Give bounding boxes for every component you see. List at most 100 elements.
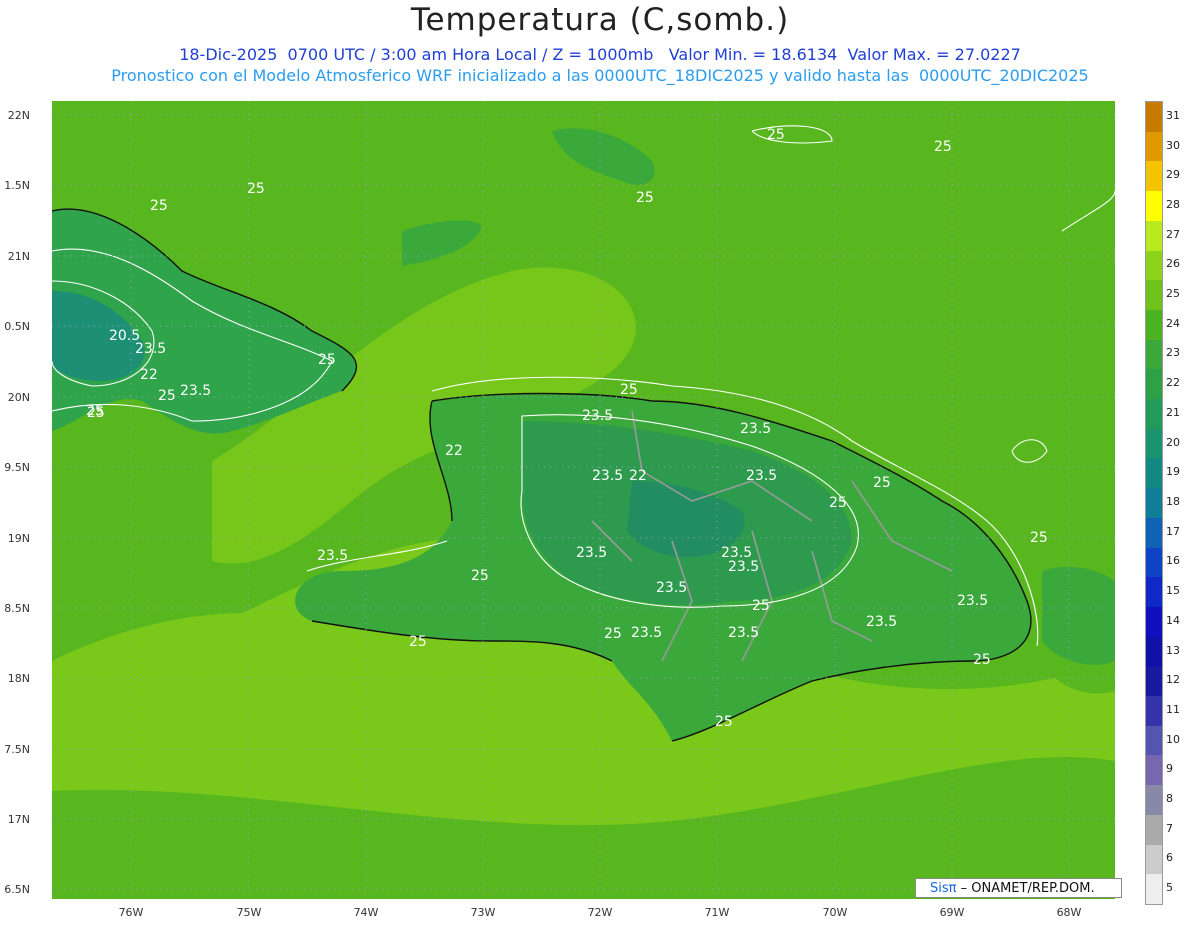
colorbar-segment: [1146, 696, 1162, 727]
lon-label: 68W: [1056, 906, 1082, 919]
lat-label: 21N: [7, 250, 30, 263]
contour-label: 25: [873, 475, 891, 491]
contour-label: 25: [934, 139, 952, 155]
colorbar-segment: [1146, 606, 1162, 638]
colorbar-segment: [1146, 369, 1162, 400]
colorbar-segment: [1146, 102, 1162, 133]
colorbar-label: 27: [1166, 227, 1180, 241]
colorbar-label: 28: [1166, 197, 1180, 211]
colorbar-segment: [1146, 785, 1162, 816]
colorbar-segment: [1146, 755, 1162, 786]
lon-label: 75W: [236, 906, 262, 919]
lon-label: 70W: [822, 906, 848, 919]
colorbar-label: 14: [1166, 613, 1180, 627]
contour-label: 23.5: [728, 625, 759, 641]
colorbar-label: 7: [1166, 821, 1173, 835]
colorbar-label: 19: [1166, 465, 1180, 479]
lat-label: 22N: [7, 109, 30, 122]
contour-label: 23.5: [866, 614, 897, 630]
colorbar-segment: [1146, 488, 1162, 519]
colorbar-label: 8: [1166, 792, 1173, 806]
colorbar-segment: [1146, 220, 1162, 252]
colorbar-segment: [1146, 636, 1162, 667]
lat-label: 20N: [7, 391, 30, 404]
colorbar-segment: [1146, 161, 1162, 192]
colorbar-segment: [1146, 458, 1162, 489]
colorbar-label: 18: [1166, 495, 1180, 508]
model-run-info: Pronostico con el Modelo Atmosferico WRF…: [111, 66, 1089, 85]
colorbar-label: 11: [1166, 702, 1180, 716]
colorbar-segment: [1146, 339, 1162, 370]
contour-label: 25: [604, 626, 622, 642]
lon-label: 73W: [470, 906, 496, 919]
contour-label: 23.5: [582, 408, 613, 424]
lon-label: 71W: [704, 906, 730, 919]
contour-label: 23.5: [957, 593, 988, 609]
colorbar-label: 17: [1166, 524, 1180, 538]
lat-label: 9.5N: [4, 461, 30, 474]
contour-label: 25: [247, 181, 265, 197]
contour-label: 23.5: [576, 545, 607, 561]
colorbar-label: 9: [1166, 762, 1173, 776]
lat-label: 1.5N: [4, 179, 30, 192]
lon-label: 74W: [353, 906, 379, 919]
contour-label: 23.5: [135, 341, 166, 357]
contour-label: 23.5: [656, 580, 687, 596]
credit-box: Sisπ – ONAMET/REP.DOM.: [915, 878, 1122, 898]
colorbar-label: 5: [1166, 881, 1173, 895]
contour-label: 25: [973, 652, 991, 668]
colorbar-segment: [1146, 309, 1162, 341]
colorbar-label: 24: [1166, 316, 1180, 330]
contour-label: 25: [150, 198, 168, 214]
contour-label: 22: [140, 367, 158, 383]
map-canvas: 25 25 25 25 25 20.5 23.5 22 25 23.5 25 2…: [52, 101, 1115, 899]
colorbar-label: 15: [1166, 584, 1180, 598]
colorbar-segment: [1146, 844, 1162, 875]
colorbar-segment: [1146, 725, 1162, 756]
puerto-rico-land: [1042, 566, 1115, 665]
colorbar-segment: [1146, 547, 1162, 578]
contour-label: 25: [318, 352, 336, 368]
contour-label: 23.5: [728, 559, 759, 575]
colorbar-label: 25: [1166, 287, 1180, 301]
contour-label: 23.5: [592, 468, 623, 484]
contour-label: 23.5: [746, 468, 777, 484]
contour-label: 25: [1030, 530, 1048, 546]
contour-label: 23.5: [631, 625, 662, 641]
colorbar-segment: [1146, 428, 1162, 459]
colorbar-label: 29: [1166, 168, 1180, 182]
lon-label: 69W: [939, 906, 965, 919]
lat-label: 18N: [7, 672, 30, 685]
colorbar-segment: [1146, 399, 1162, 430]
contour-label: 25: [471, 568, 489, 584]
colorbar-label: 10: [1166, 732, 1180, 746]
credit-text: – ONAMET/REP.DOM.: [956, 881, 1095, 896]
sispi-logo: Sisπ: [930, 881, 957, 896]
contour-label: 25: [752, 598, 770, 614]
lat-label: 8.5N: [4, 602, 30, 615]
contour-label: 25: [829, 495, 847, 511]
colorbar-label: 21: [1166, 405, 1180, 419]
colorbar-segment: [1146, 250, 1162, 281]
contour-label: 25: [158, 388, 176, 404]
colorbar-label: 20: [1166, 435, 1180, 449]
contour-label: 23.5: [317, 548, 348, 564]
contour-label: 25: [715, 714, 733, 730]
contour-label: 25: [620, 382, 638, 398]
colorbar-segment: [1146, 280, 1162, 311]
colorbar-label: 22: [1166, 376, 1180, 390]
contour-label: 23.5: [180, 383, 211, 399]
contour-label: 25: [409, 634, 427, 650]
contour-label: 22: [445, 443, 463, 459]
colorbar-label: 12: [1166, 673, 1180, 687]
contour-label: 25: [767, 127, 785, 143]
lat-label: 6.5N: [4, 883, 30, 896]
lat-label: 0.5N: [4, 320, 30, 333]
colorbar-segment: [1146, 814, 1162, 846]
colorbar-segment: [1146, 577, 1162, 608]
colorbar-label: 26: [1166, 257, 1180, 271]
contour-label: 23.5: [740, 421, 771, 437]
colorbar-segment: [1146, 874, 1162, 905]
colorbar-label: 30: [1166, 138, 1180, 152]
colorbar-label: 31: [1166, 108, 1180, 122]
